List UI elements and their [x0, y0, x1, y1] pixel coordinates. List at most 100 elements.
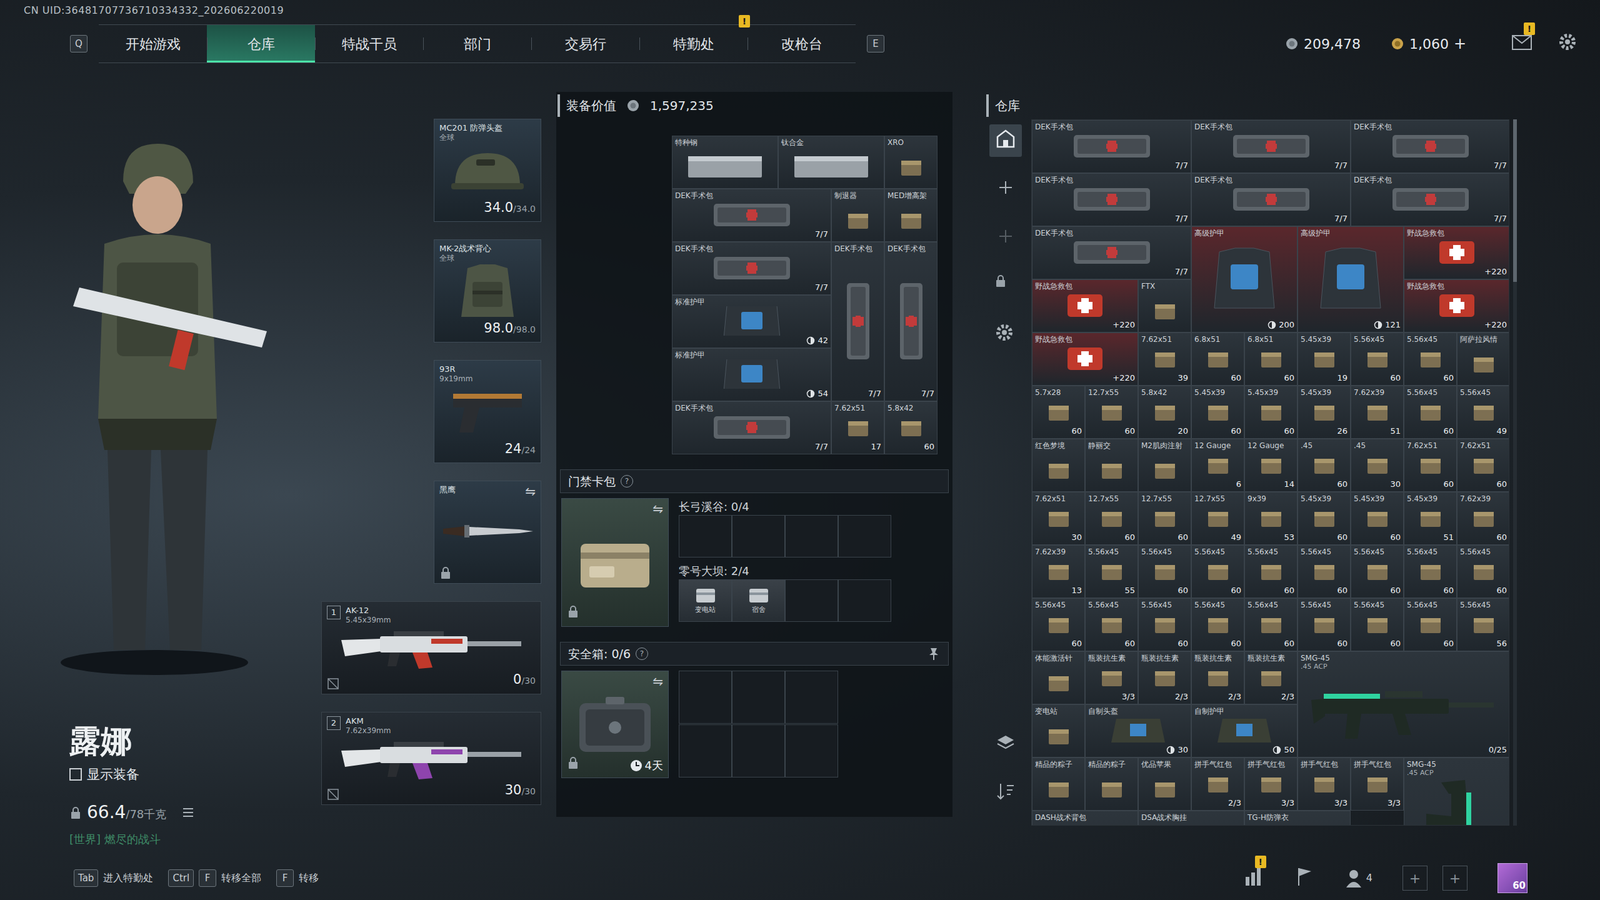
inventory-item[interactable]: 体能激活针	[1031, 651, 1085, 705]
help-button[interactable]: ?	[620, 475, 634, 488]
card-slot[interactable]	[785, 515, 839, 558]
settings-button[interactable]	[1557, 31, 1578, 57]
safe-slot[interactable]	[785, 670, 839, 724]
inventory-item[interactable]: 5.45x3960	[1350, 491, 1404, 545]
safe-slot[interactable]	[678, 670, 732, 724]
flag-button[interactable]	[1293, 865, 1315, 892]
keycard-holder[interactable]: ⇋	[561, 498, 669, 627]
inventory-item[interactable]: 7.62x5160	[1456, 438, 1510, 492]
inventory-item[interactable]: 5.56x4560	[1403, 385, 1457, 439]
inventory-item[interactable]: DEK手术包7/7	[1350, 120, 1510, 174]
inventory-item[interactable]: 5.56x4560	[1191, 598, 1245, 652]
nav-tab[interactable]: 特战干员	[315, 25, 424, 63]
inventory-item[interactable]: DASH战术背包	[1031, 810, 1139, 826]
inventory-item[interactable]: 5.56x4560	[1297, 545, 1351, 599]
stash-tool-button[interactable]	[989, 124, 1022, 157]
inventory-item[interactable]: DEK手术包7/7	[1191, 120, 1351, 174]
inventory-item[interactable]: 5.56x4549	[1456, 385, 1510, 439]
inventory-item[interactable]: 5.56x4560	[1297, 598, 1351, 652]
inventory-item[interactable]: 7.62x5130	[1031, 491, 1085, 545]
inventory-item[interactable]: 6.8x5160	[1244, 332, 1298, 386]
inventory-item[interactable]: 5.56x4560	[1138, 598, 1192, 652]
stash-tool-button[interactable]	[989, 270, 1022, 304]
friends-button[interactable]: 4	[1345, 867, 1373, 889]
show-gear-checkbox[interactable]	[69, 768, 82, 781]
swap-button[interactable]: ⇋	[652, 502, 664, 515]
inventory-item[interactable]: DEK手术包7/7	[671, 401, 832, 455]
inventory-item[interactable]: 5.56x4560	[1350, 598, 1404, 652]
inventory-item[interactable]: 阿萨拉风情	[1456, 332, 1510, 386]
gear-slot[interactable]: 93R9x19mm24/24	[433, 360, 542, 464]
inventory-item[interactable]: 5.56x4560	[1350, 545, 1404, 599]
inventory-item[interactable]: 7.62x3951	[1350, 385, 1404, 439]
inventory-item[interactable]: 7.62x5117	[831, 401, 885, 455]
inventory-item[interactable]: MED增高架	[884, 188, 938, 242]
inventory-item[interactable]: 拼手气红包3/3	[1297, 757, 1351, 811]
nav-tab[interactable]: 部门	[423, 25, 532, 63]
inventory-item[interactable]: 5.56x4560	[1403, 332, 1457, 386]
inventory-item[interactable]: 5.45x3926	[1297, 385, 1351, 439]
inventory-item[interactable]: 5.56x4560	[1403, 545, 1457, 599]
inventory-item[interactable]: 5.56x4555	[1085, 545, 1139, 599]
team-slot[interactable]: +	[1402, 865, 1428, 891]
inventory-item[interactable]: 钛合金	[778, 135, 885, 189]
inventory-item[interactable]: 5.56x4560	[1244, 545, 1298, 599]
nav-tab[interactable]: 特勤处!	[639, 25, 748, 63]
swap-button[interactable]: ⇋	[652, 675, 664, 688]
footer-action[interactable]: CtrlF转移全部	[168, 869, 262, 887]
inventory-item[interactable]: 瓶装抗生素3/3	[1085, 651, 1139, 705]
gear-slot[interactable]: MC201 防弹头盔全球34.0/34.0	[433, 118, 542, 222]
inventory-item[interactable]: 变电站	[1031, 704, 1085, 758]
team-slot[interactable]: +	[1442, 865, 1468, 891]
card-slot[interactable]	[838, 579, 892, 622]
inventory-item[interactable]: 5.45x3951	[1403, 491, 1457, 545]
inventory-item[interactable]: 7.62x3960	[1456, 491, 1510, 545]
nav-tab[interactable]: 仓库	[206, 25, 315, 63]
card-slot[interactable]	[838, 515, 892, 558]
nav-tab[interactable]: 交易行	[531, 25, 640, 63]
inventory-item[interactable]: 5.56x4560	[1244, 598, 1298, 652]
inventory-item[interactable]: FTX	[1138, 279, 1192, 333]
inventory-item[interactable]: DEK手术包7/7	[671, 241, 832, 295]
inventory-item[interactable]: TG-H防弹衣	[1244, 810, 1351, 826]
inventory-item[interactable]: 制退器	[831, 188, 885, 242]
inventory-item[interactable]: 5.8x4220	[1138, 385, 1192, 439]
inventory-item[interactable]: DEK手术包7/7	[1031, 226, 1192, 280]
inventory-item[interactable]: 瓶装抗生素2/3	[1244, 651, 1298, 705]
inventory-item[interactable]: 5.56x4560	[1191, 545, 1245, 599]
help-button[interactable]: ?	[635, 647, 649, 660]
inventory-item[interactable]: .4530	[1350, 438, 1404, 492]
inventory-item[interactable]: DEK手术包7/7	[671, 188, 832, 242]
inventory-item[interactable]: 野战急救包+220	[1031, 332, 1139, 386]
inventory-item[interactable]: DEK手术包7/7	[884, 241, 938, 402]
inventory-item[interactable]: DEK手术包7/7	[1031, 173, 1192, 227]
inventory-item[interactable]: 12 Gauge6	[1191, 438, 1245, 492]
weapon-slot[interactable]: 2AKM7.62x39mm30/30	[321, 711, 542, 805]
inventory-item[interactable]: 5.45x3960	[1244, 385, 1298, 439]
stash-tool-button[interactable]	[989, 319, 1022, 352]
swap-button[interactable]: ⇋	[525, 485, 536, 498]
stats-button[interactable]: !	[1242, 865, 1264, 892]
gear-slot[interactable]: MK-2战术背心全球98.0/98.0	[433, 239, 542, 343]
inventory-item[interactable]: 5.56x4560	[1456, 545, 1510, 599]
inventory-item[interactable]: 5.56x4560	[1403, 598, 1457, 652]
inventory-item[interactable]: 12.7x5549	[1191, 491, 1245, 545]
inventory-item[interactable]: .4560	[1297, 438, 1351, 492]
inventory-item[interactable]: 优品苹果	[1138, 757, 1192, 811]
footer-action[interactable]: F转移	[276, 869, 319, 887]
inventory-item[interactable]: 5.56x4560	[1350, 332, 1404, 386]
inventory-item[interactable]: 自制头盔30	[1085, 704, 1192, 758]
inventory-item[interactable]: SMG-45.45 ACP0/25	[1297, 651, 1510, 758]
inventory-item[interactable]: 精品的粽子	[1085, 757, 1139, 811]
inventory-item[interactable]: 拼手气红包2/3	[1191, 757, 1245, 811]
mail-button[interactable]: !	[1511, 32, 1533, 56]
gear-slot[interactable]: 黑鹰⇋	[433, 480, 542, 584]
card-slot[interactable]: 变电站	[678, 579, 732, 622]
next-tab-key[interactable]: E	[866, 35, 885, 53]
inventory-item[interactable]: 野战急救包+220	[1031, 279, 1139, 333]
inventory-item[interactable]: 高级护甲200	[1191, 226, 1298, 333]
card-slot[interactable]	[731, 515, 785, 558]
inventory-item[interactable]: 12.7x5560	[1138, 491, 1192, 545]
inventory-item[interactable]: 标准护甲54	[671, 348, 832, 402]
inventory-item[interactable]: 5.56x4556	[1456, 598, 1510, 652]
